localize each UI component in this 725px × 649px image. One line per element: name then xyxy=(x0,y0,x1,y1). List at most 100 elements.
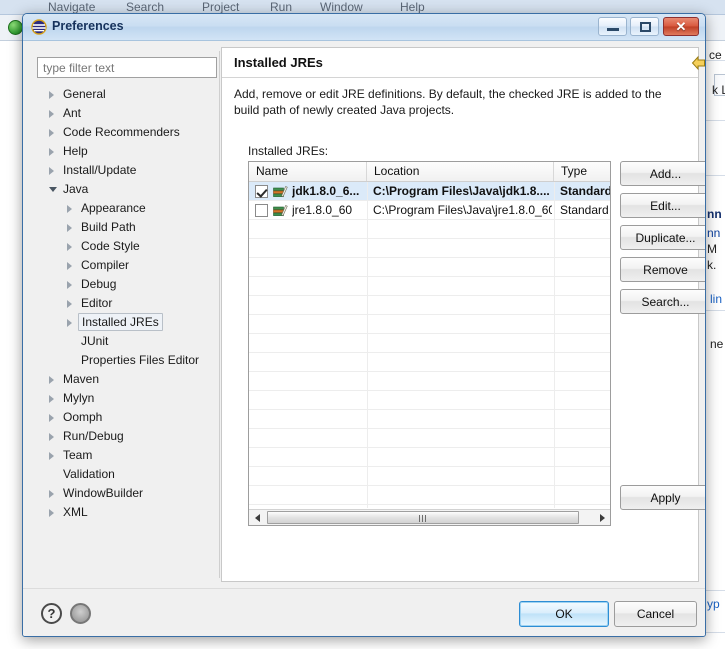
search-button[interactable]: Search... xyxy=(620,289,706,314)
tree-expand-arrow-icon[interactable] xyxy=(49,395,54,403)
minimize-button[interactable] xyxy=(598,17,627,36)
jre-library-icon xyxy=(273,204,288,217)
jre-default-checkbox[interactable] xyxy=(255,204,268,217)
sidebar-item-label: Build Path xyxy=(81,218,136,237)
table-empty-row xyxy=(249,353,610,372)
tree-expand-arrow-icon[interactable] xyxy=(49,452,54,460)
close-icon: ✕ xyxy=(664,18,698,35)
menu-item-project[interactable]: Project xyxy=(202,0,239,14)
tree-expand-arrow-icon[interactable] xyxy=(67,205,72,213)
help-button[interactable]: ? xyxy=(41,603,62,624)
scroll-left-arrow-icon[interactable] xyxy=(249,510,265,525)
sidebar-item-maven[interactable]: Maven xyxy=(37,370,209,389)
cell-location: C:\Program Files\Java\jdk1.8.... xyxy=(373,182,552,201)
sidebar-item-editor[interactable]: Editor xyxy=(37,294,209,313)
sidebar-item-build-path[interactable]: Build Path xyxy=(37,218,209,237)
tree-collapse-arrow-icon[interactable] xyxy=(49,187,57,192)
dialog-title-bar[interactable]: Preferences ✕ xyxy=(23,14,705,41)
sidebar-item-ant[interactable]: Ant xyxy=(37,104,209,123)
sidebar-item-oomph[interactable]: Oomph xyxy=(37,408,209,427)
duplicate-button[interactable]: Duplicate... xyxy=(620,225,706,250)
tree-expand-arrow-icon[interactable] xyxy=(67,281,72,289)
back-arrow-icon[interactable] xyxy=(690,54,706,72)
cancel-button[interactable]: Cancel xyxy=(614,601,697,627)
table-body[interactable]: jdk1.8.0_6...C:\Program Files\Java\jdk1.… xyxy=(249,182,610,508)
tree-expand-arrow-icon[interactable] xyxy=(67,224,72,232)
tree-expand-arrow-icon[interactable] xyxy=(49,509,54,517)
scrollbar-thumb[interactable] xyxy=(267,511,579,524)
tree-expand-arrow-icon[interactable] xyxy=(67,300,72,308)
close-button[interactable]: ✕ xyxy=(663,17,699,36)
add-button[interactable]: Add... xyxy=(620,161,706,186)
table-empty-row xyxy=(249,429,610,448)
remove-button[interactable]: Remove xyxy=(620,257,706,282)
sidebar-item-windowbuilder[interactable]: WindowBuilder xyxy=(37,484,209,503)
divider xyxy=(706,590,725,591)
menu-item-help[interactable]: Help xyxy=(400,0,425,14)
sidebar-item-team[interactable]: Team xyxy=(37,446,209,465)
sidebar-item-java[interactable]: Java xyxy=(37,180,209,199)
column-header-type[interactable]: Type xyxy=(554,162,611,181)
sidebar-item-run-debug[interactable]: Run/Debug xyxy=(37,427,209,446)
background-text-fragment: M xyxy=(707,242,717,256)
tree-expand-arrow-icon[interactable] xyxy=(67,243,72,251)
tree-expand-arrow-icon[interactable] xyxy=(49,129,54,137)
table-row[interactable]: jre1.8.0_60C:\Program Files\Java\jre1.8.… xyxy=(249,201,610,220)
tree-expand-arrow-icon[interactable] xyxy=(49,376,54,384)
sidebar-item-label: Mylyn xyxy=(63,389,94,408)
sidebar-item-appearance[interactable]: Appearance xyxy=(37,199,209,218)
table-row[interactable]: jdk1.8.0_6...C:\Program Files\Java\jdk1.… xyxy=(249,182,610,201)
preference-page: Installed JREs Add, remove or edit JRE d… xyxy=(221,47,699,582)
menu-item-window[interactable]: Window xyxy=(320,0,363,14)
scroll-right-arrow-icon[interactable] xyxy=(594,510,610,525)
sash-divider[interactable] xyxy=(219,51,220,578)
sidebar-item-general[interactable]: General xyxy=(37,85,209,104)
column-header-location[interactable]: Location xyxy=(367,162,554,181)
edit-button[interactable]: Edit... xyxy=(620,193,706,218)
run-button-icon[interactable] xyxy=(8,20,23,35)
sidebar-item-compiler[interactable]: Compiler xyxy=(37,256,209,275)
dialog-body: type filter text GeneralAntCode Recommen… xyxy=(23,41,705,588)
jre-default-checkbox[interactable] xyxy=(255,185,268,198)
sidebar-item-junit[interactable]: JUnit xyxy=(37,332,209,351)
round-button-icon[interactable] xyxy=(70,603,91,624)
sidebar-item-xml[interactable]: XML xyxy=(37,503,209,522)
preferences-tree[interactable]: GeneralAntCode RecommendersHelpInstall/U… xyxy=(37,85,209,572)
sidebar-item-code-style[interactable]: Code Style xyxy=(37,237,209,256)
horizontal-scrollbar[interactable] xyxy=(249,509,610,525)
maximize-restore-button[interactable] xyxy=(630,17,659,36)
sidebar-item-label: JUnit xyxy=(81,332,108,351)
tree-expand-arrow-icon[interactable] xyxy=(67,262,72,270)
tree-expand-arrow-icon[interactable] xyxy=(49,490,54,498)
sidebar-item-help[interactable]: Help xyxy=(37,142,209,161)
tree-expand-arrow-icon[interactable] xyxy=(49,414,54,422)
cell-type: Standard V xyxy=(560,201,610,220)
column-header-name[interactable]: Name xyxy=(249,162,367,181)
sidebar-item-properties-files-editor[interactable]: Properties Files Editor xyxy=(37,351,209,370)
sidebar-item-mylyn[interactable]: Mylyn xyxy=(37,389,209,408)
sidebar-item-validation[interactable]: Validation xyxy=(37,465,209,484)
table-empty-row xyxy=(249,391,610,410)
menu-item-run[interactable]: Run xyxy=(270,0,292,14)
ok-button[interactable]: OK xyxy=(519,601,609,627)
filter-text-input[interactable]: type filter text xyxy=(37,57,217,78)
background-text-fragment: nn xyxy=(707,207,722,221)
tree-expand-arrow-icon[interactable] xyxy=(49,433,54,441)
installed-jres-table[interactable]: NameLocationType jdk1.8.0_6...C:\Program… xyxy=(248,161,611,526)
sidebar-item-installed-jres[interactable]: Installed JREs xyxy=(37,313,209,332)
menu-item-navigate[interactable]: Navigate xyxy=(48,0,95,14)
sidebar-item-label: WindowBuilder xyxy=(63,484,143,503)
divider xyxy=(706,175,725,176)
sidebar-item-code-recommenders[interactable]: Code Recommenders xyxy=(37,123,209,142)
apply-button[interactable]: Apply xyxy=(620,485,706,510)
sidebar-item-install-update[interactable]: Install/Update xyxy=(37,161,209,180)
menu-item-search[interactable]: Search xyxy=(126,0,164,14)
sidebar-item-debug[interactable]: Debug xyxy=(37,275,209,294)
tree-expand-arrow-icon[interactable] xyxy=(49,91,54,99)
background-text-fragment: nn xyxy=(707,226,720,240)
tree-expand-arrow-icon[interactable] xyxy=(49,110,54,118)
filter-placeholder: type filter text xyxy=(43,61,114,75)
tree-expand-arrow-icon[interactable] xyxy=(49,167,54,175)
tree-expand-arrow-icon[interactable] xyxy=(67,319,72,327)
tree-expand-arrow-icon[interactable] xyxy=(49,148,54,156)
